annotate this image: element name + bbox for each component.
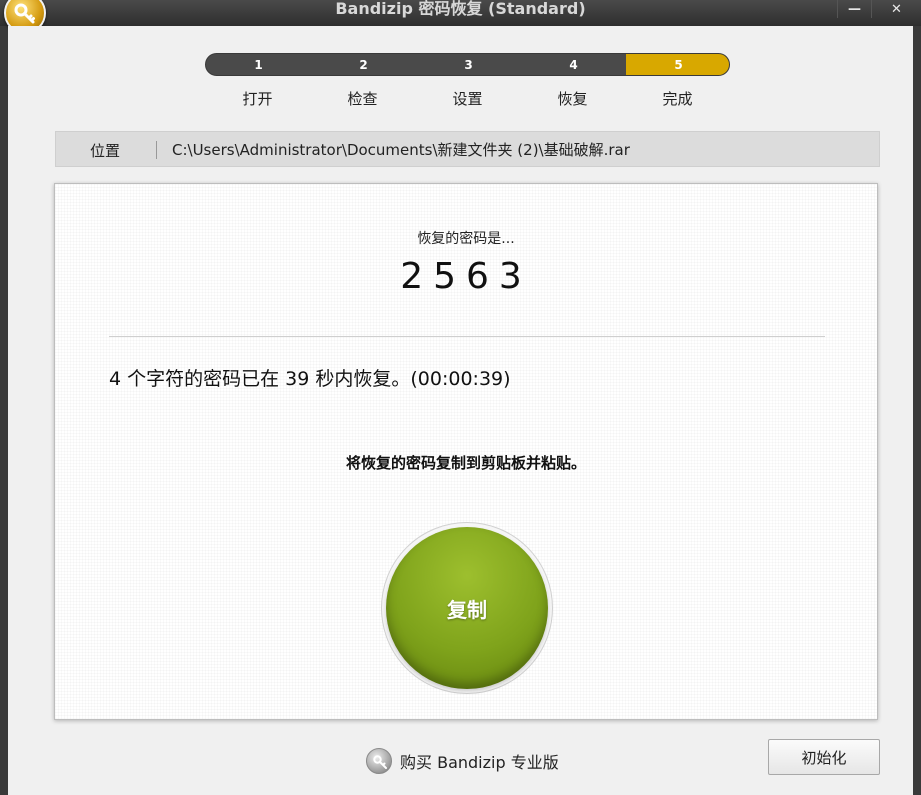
step-3-number: 3 (464, 58, 473, 72)
step-4-label: 恢复 (557, 90, 588, 108)
divider (109, 336, 825, 337)
step-progress-bar: 1 2 3 4 5 (205, 53, 730, 76)
key-icon (366, 748, 392, 774)
close-button[interactable]: ✕ (871, 0, 921, 18)
step-2-label: 检查 (347, 90, 378, 108)
copy-hint: 将恢复的密码复制到剪贴板并粘贴。 (345, 454, 586, 472)
location-bar: 位置 C:\Users\Administrator\Documents\新建文件… (55, 131, 880, 167)
step-2-number: 2 (359, 58, 368, 72)
reset-button[interactable]: 初始化 (768, 739, 880, 775)
window-title: Bandizip 密码恢复 (Standard) (335, 0, 586, 18)
buy-pro-label: 购买 Bandizip 专业版 (400, 753, 559, 772)
window-client: 1 2 3 4 5 打开 检查 设置 恢复 完成 位置 C:\Users\Adm… (8, 26, 913, 795)
step-1-label: 打开 (242, 90, 273, 108)
step-3-label: 设置 (452, 90, 483, 108)
copy-button-ring: 复制 (381, 522, 553, 694)
title-bar: Bandizip 密码恢复 (Standard) — ✕ (0, 0, 921, 34)
step-5-label: 完成 (662, 90, 693, 108)
location-label: 位置 (90, 142, 121, 160)
location-separator (156, 141, 157, 159)
step-1-number: 1 (254, 58, 263, 72)
window-controls: — ✕ (837, 0, 921, 18)
recovery-summary: 4 个字符的密码已在 39 秒内恢复。(00:00:39) (109, 368, 511, 390)
result-panel: 恢复的密码是... 2563 4 个字符的密码已在 39 秒内恢复。(00:00… (54, 183, 878, 720)
recovered-password: 2563 (400, 256, 532, 297)
step-4-number: 4 (569, 58, 578, 72)
minimize-button[interactable]: — (837, 0, 871, 18)
step-5-number: 5 (626, 54, 729, 75)
archive-path: C:\Users\Administrator\Documents\新建文件夹 (… (172, 141, 630, 159)
copy-button[interactable]: 复制 (386, 527, 548, 689)
password-caption: 恢复的密码是... (417, 231, 515, 247)
buy-pro-link[interactable]: 购买 Bandizip 专业版 (366, 748, 559, 774)
